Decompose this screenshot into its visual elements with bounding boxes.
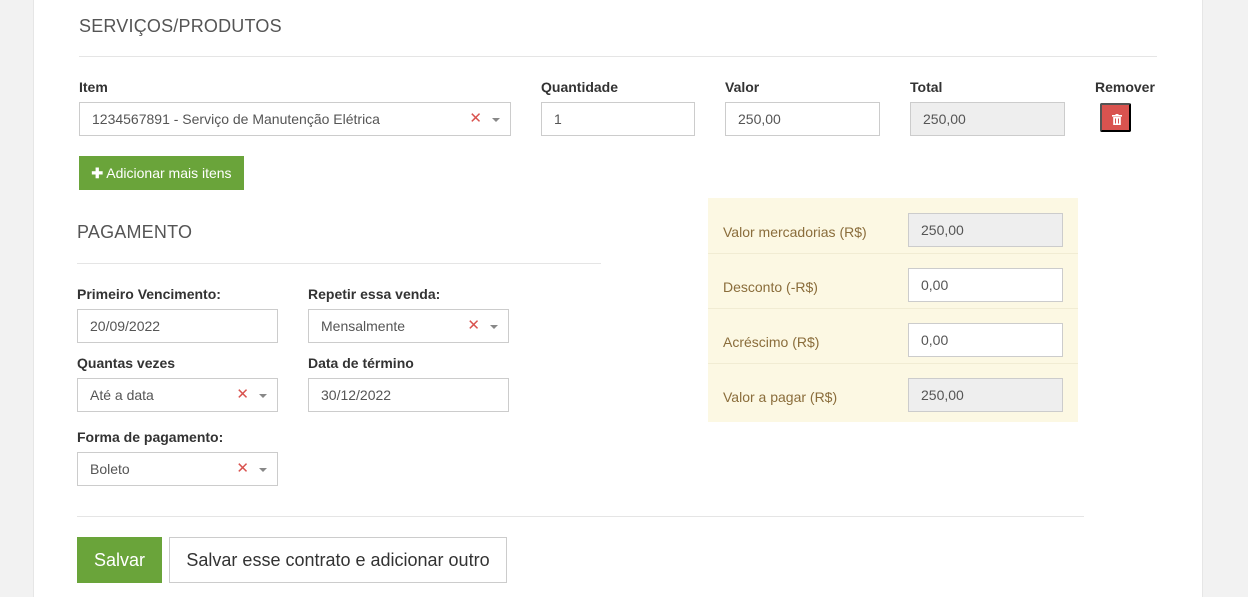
total-pay-field: 250,00 — [908, 378, 1063, 412]
total-field: 250,00 — [910, 102, 1065, 136]
method-select[interactable]: Boleto ✕ — [77, 452, 278, 486]
remove-item-button[interactable] — [1100, 103, 1131, 132]
value-input[interactable]: 250,00 — [725, 102, 880, 136]
chevron-down-icon[interactable] — [492, 118, 500, 122]
total-column-label: Total — [910, 79, 943, 95]
clear-times-icon[interactable]: ✕ — [236, 379, 249, 411]
chevron-down-icon[interactable] — [259, 468, 267, 472]
plus-icon: ✚ — [91, 164, 104, 181]
clear-repeat-icon[interactable]: ✕ — [467, 310, 480, 342]
end-date-input[interactable]: 30/12/2022 — [308, 378, 509, 412]
quantity-input[interactable]: 1 — [541, 102, 695, 136]
method-select-value: Boleto — [90, 461, 130, 477]
save-button[interactable]: Salvar — [77, 537, 162, 583]
end-date-label: Data de término — [308, 355, 414, 371]
method-label: Forma de pagamento: — [77, 429, 224, 445]
repeat-label: Repetir essa venda: — [308, 286, 441, 302]
discount-input[interactable]: 0,00 — [908, 268, 1063, 302]
total-pay-label: Valor a pagar (R$) — [723, 389, 838, 405]
add-items-button[interactable]: ✚ Adicionar mais itens — [79, 156, 244, 190]
clear-item-icon[interactable]: ✕ — [469, 103, 482, 135]
item-column-label: Item — [79, 79, 108, 95]
surcharge-label: Acréscimo (R$) — [723, 334, 820, 350]
chevron-down-icon[interactable] — [259, 394, 267, 398]
summary-row-surcharge: Acréscimo (R$) 0,00 — [708, 308, 1078, 364]
add-items-label: Adicionar mais itens — [106, 164, 232, 181]
remove-column-label: Remover — [1095, 79, 1155, 95]
times-label: Quantas vezes — [77, 355, 176, 371]
clear-method-icon[interactable]: ✕ — [236, 453, 249, 485]
value-column-label: Valor — [725, 79, 760, 95]
times-select[interactable]: Até a data ✕ — [77, 378, 278, 412]
trash-icon — [1112, 114, 1122, 125]
discount-label: Desconto (-R$) — [723, 279, 818, 295]
item-select-value: 1234567891 - Serviço de Manutenção Elétr… — [92, 111, 380, 127]
item-select[interactable]: 1234567891 - Serviço de Manutenção Elétr… — [79, 102, 511, 136]
summary-panel: Valor mercadorias (R$) 250,00 Desconto (… — [708, 198, 1078, 422]
footer-divider — [77, 516, 1084, 517]
surcharge-input[interactable]: 0,00 — [908, 323, 1063, 357]
quantity-column-label: Quantidade — [541, 79, 619, 95]
payment-divider — [77, 263, 601, 264]
summary-row-total: Valor a pagar (R$) 250,00 — [708, 363, 1078, 418]
summary-row-discount: Desconto (-R$) 0,00 — [708, 253, 1078, 309]
chevron-down-icon[interactable] — [490, 325, 498, 329]
services-divider — [79, 56, 1157, 57]
payment-title: PAGAMENTO — [77, 222, 193, 242]
goods-value-field: 250,00 — [908, 213, 1063, 247]
first-due-label: Primeiro Vencimento: — [77, 286, 221, 302]
times-select-value: Até a data — [90, 387, 154, 403]
repeat-select[interactable]: Mensalmente ✕ — [308, 309, 509, 343]
save-and-new-button[interactable]: Salvar esse contrato e adicionar outro — [169, 537, 507, 583]
goods-label: Valor mercadorias (R$) — [723, 224, 867, 240]
services-title: SERVIÇOS/PRODUTOS — [79, 16, 282, 36]
first-due-input[interactable]: 20/09/2022 — [77, 309, 278, 343]
repeat-select-value: Mensalmente — [321, 318, 406, 334]
summary-row-goods: Valor mercadorias (R$) 250,00 — [708, 198, 1078, 254]
